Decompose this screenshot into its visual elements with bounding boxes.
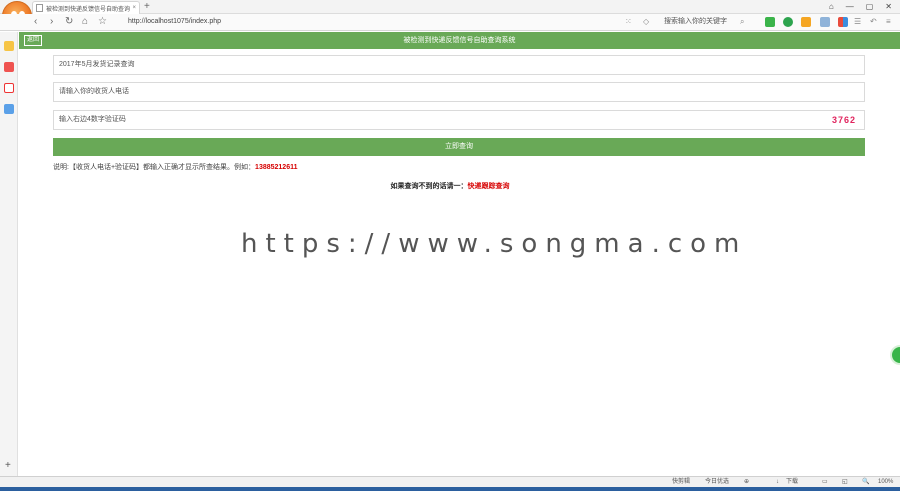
- tab-active[interactable]: 被检测到快递反馈信号自助查询系统 ×: [32, 1, 140, 14]
- status-layout-icon[interactable]: ◱: [842, 478, 848, 487]
- mail-icon[interactable]: [4, 62, 14, 72]
- tracking-hint: 如果查询不到的话请一：快递跟踪查询: [0, 181, 900, 191]
- captcha-image[interactable]: 3762: [832, 111, 856, 129]
- tab-title: 被检测到快递反馈信号自助查询系统: [46, 6, 131, 13]
- status-zoom-icon[interactable]: 🔍: [862, 478, 869, 487]
- forward-button[interactable]: ›: [50, 15, 53, 29]
- extension-green-icon[interactable]: [783, 17, 793, 27]
- reader-mode-icon[interactable]: ⁙: [625, 16, 632, 28]
- status-quick-clip[interactable]: 快剪辑: [672, 478, 690, 487]
- favorites-icon[interactable]: [4, 41, 14, 51]
- captcha-input[interactable]: 输入右边4数字验证码 3762: [53, 110, 865, 130]
- note-text: 说明:【收货人电话+验证码】都输入正确才显示所查结果。例如：: [53, 164, 256, 171]
- status-window-icon[interactable]: ▭: [822, 478, 828, 487]
- status-daily-picks[interactable]: 今日优选: [705, 478, 729, 487]
- extension-grid-icon[interactable]: [838, 17, 848, 27]
- hint-text: 如果查询不到的话请一：: [390, 183, 468, 190]
- status-zoom-level[interactable]: 100%: [878, 478, 893, 487]
- security-icon[interactable]: ◇: [643, 16, 649, 28]
- page-icon: [36, 4, 43, 12]
- minimize-button[interactable]: —: [846, 1, 854, 13]
- floating-assistant-icon[interactable]: [890, 345, 900, 365]
- weibo-icon[interactable]: [4, 83, 14, 93]
- address-bar[interactable]: http://localhost1075/index.php: [128, 17, 221, 27]
- refresh-button[interactable]: ↻: [65, 15, 73, 29]
- tab-close-icon[interactable]: ×: [132, 5, 136, 11]
- navigation-bar: ‹ › ↻ ⌂ ☆ http://localhost1075/index.php…: [0, 14, 900, 31]
- instruction-note: 说明:【收货人电话+验证码】都输入正确才显示所查结果。例如：1388521261…: [53, 162, 297, 172]
- status-network-icon[interactable]: ⊕: [744, 478, 749, 487]
- search-input[interactable]: 搜索输入你的关键字: [660, 16, 760, 28]
- close-window-button[interactable]: ✕: [885, 1, 892, 13]
- extension-scissors-icon[interactable]: [765, 17, 775, 27]
- page-title: 被检测到快递反馈信号自助查询系统: [403, 37, 516, 44]
- more-icon[interactable]: ≡: [886, 16, 891, 28]
- window-menu-button[interactable]: ⌂: [829, 1, 834, 13]
- extension-puzzle-icon[interactable]: [820, 17, 830, 27]
- os-taskbar: [0, 487, 900, 491]
- home-button[interactable]: ⌂: [82, 15, 88, 29]
- extension-shield-icon[interactable]: [801, 17, 811, 27]
- bookmark-star-icon[interactable]: ☆: [98, 15, 107, 29]
- menu-icon[interactable]: ☰: [854, 16, 861, 28]
- query-button[interactable]: 立即查询: [53, 138, 865, 156]
- watermark: https://www.songma.com: [241, 229, 748, 259]
- status-download-icon[interactable]: ↓: [776, 478, 779, 487]
- tracking-link[interactable]: 快递跟踪查询: [468, 183, 510, 190]
- notes-icon[interactable]: [4, 104, 14, 114]
- undo-icon[interactable]: ↶: [870, 16, 877, 28]
- status-download[interactable]: 下载: [786, 478, 798, 487]
- page-header: 返回 被检测到快递反馈信号自助查询系统: [19, 32, 900, 49]
- maximize-button[interactable]: ▢: [866, 1, 874, 13]
- captcha-placeholder: 输入右边4数字验证码: [59, 116, 126, 123]
- example-phone: 13885212611: [255, 164, 298, 171]
- new-tab-button[interactable]: +: [144, 1, 150, 13]
- window-controls: ⌂ — ▢ ✕: [829, 1, 892, 13]
- status-bar: 快剪辑 今日优选 ⊕ ↓ 下载 ▭ ◱ 🔍 100%: [0, 476, 900, 487]
- month-select[interactable]: 2017年5月发货记录查询: [53, 55, 865, 75]
- back-button[interactable]: ‹: [34, 15, 37, 29]
- tab-bar: 被检测到快递反馈信号自助查询系统 × + ⌂ — ▢ ✕: [0, 0, 900, 31]
- search-icon[interactable]: ⌕: [740, 16, 744, 28]
- add-sidebar-icon[interactable]: +: [5, 460, 11, 471]
- phone-input[interactable]: 请输入你的收货人电话: [53, 82, 865, 102]
- browser-sidebar: +: [0, 32, 18, 476]
